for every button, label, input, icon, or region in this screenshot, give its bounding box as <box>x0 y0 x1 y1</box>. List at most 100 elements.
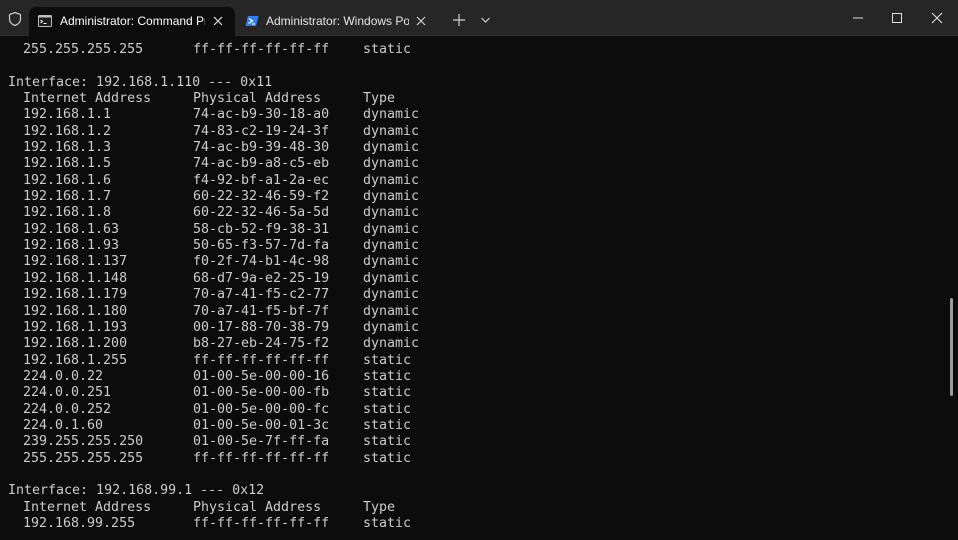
internet-address: 255.255.255.255 <box>23 42 144 57</box>
arp-table-row: 192.168.1.200 b8-27-eb-24-75-f2 dynamic <box>8 336 419 352</box>
physical-address: ff-ff-ff-ff-ff-ff <box>193 515 330 531</box>
scrollbar[interactable] <box>946 36 958 540</box>
arp-table-row: 255.255.255.255 ff-ff-ff-ff-ff-ff static <box>8 451 419 467</box>
internet-address: 192.168.1.180 <box>23 303 128 319</box>
physical-address: 01-00-5e-00-00-fc <box>193 401 330 417</box>
internet-address: 224.0.0.252 <box>23 401 112 417</box>
physical-address: f0-2f-74-b1-4c-98 <box>193 254 330 270</box>
internet-address: 192.168.1.137 <box>23 254 128 270</box>
physical-address: 74-ac-b9-a8-c5-eb <box>193 156 330 172</box>
arp-table-row: 192.168.1.8 60-22-32-46-5a-5d dynamic <box>8 205 419 221</box>
arp-table-row: 224.0.1.60 01-00-5e-00-01-3c static <box>8 418 419 434</box>
new-tab-icon[interactable] <box>452 13 466 27</box>
arp-table-row: 224.0.0.22 01-00-5e-00-00-16 static <box>8 369 419 385</box>
physical-address: 74-83-c2-19-24-3f <box>193 123 330 139</box>
entry-type-header: Type <box>363 499 396 515</box>
internet-address: 192.168.1.1 <box>23 107 112 123</box>
tab-title: Administrator: Windows PowerShell <box>266 14 409 28</box>
powershell-icon <box>245 16 259 26</box>
arp-table-row: 192.168.1.255 ff-ff-ff-ff-ff-ff static <box>8 353 419 369</box>
internet-address: 224.0.0.22 <box>23 368 104 384</box>
entry-type: static <box>363 368 412 384</box>
title-bar: Administrator: Command Pro Administrator… <box>0 0 958 36</box>
tab-command-prompt[interactable]: Administrator: Command Pro <box>29 7 235 36</box>
shield-icon <box>8 11 22 27</box>
physical-address: 00-17-88-70-38-79 <box>193 319 330 335</box>
physical-address-header: Physical Address <box>193 91 322 107</box>
entry-type: static <box>363 450 412 466</box>
arp-table-row: 192.168.1.5 74-ac-b9-a8-c5-eb dynamic <box>8 156 419 172</box>
internet-address: 192.168.1.179 <box>23 287 128 303</box>
terminal-output[interactable]: 255.255.255.255 ff-ff-ff-ff-ff-ff static In… <box>0 36 946 540</box>
minimize-icon <box>853 17 863 19</box>
entry-type: static <box>363 434 412 450</box>
internet-address: 192.168.1.63 <box>23 221 120 237</box>
entry-type: static <box>363 515 412 531</box>
entry-type: dynamic <box>363 270 420 286</box>
physical-address: 58-cb-52-f9-38-31 <box>193 221 330 237</box>
arp-table-row: 192.168.1.3 74-ac-b9-39-48-30 dynamic <box>8 140 419 156</box>
entry-type: dynamic <box>363 205 420 221</box>
physical-address: 60-22-32-46-59-f2 <box>193 189 330 205</box>
entry-type: static <box>363 352 412 368</box>
arp-table-row: 192.168.1.137 f0-2f-74-b1-4c-98 dynamic <box>8 254 419 270</box>
internet-address: 192.168.1.93 <box>23 238 120 254</box>
internet-address: 192.168.1.6 <box>23 172 112 188</box>
maximize-icon <box>892 13 902 23</box>
tab-powershell[interactable]: Administrator: Windows PowerShell <box>236 7 438 36</box>
internet-address-header: Internet Address <box>23 91 152 107</box>
entry-type: static <box>363 385 412 401</box>
close-icon[interactable] <box>212 15 224 27</box>
physical-address: 60-22-32-46-5a-5d <box>193 205 330 221</box>
internet-address: 224.0.1.60 <box>23 417 104 433</box>
arp-table-row: 192.168.1.1 74-ac-b9-30-18-a0 dynamic <box>8 107 419 123</box>
physical-address: 68-d7-9a-e2-25-19 <box>193 270 330 286</box>
entry-type: dynamic <box>363 123 420 139</box>
minimize-button[interactable] <box>838 0 878 36</box>
entry-type: dynamic <box>363 319 420 335</box>
arp-table-header: Internet Address Physical Address Type <box>8 91 419 107</box>
chevron-down-icon[interactable] <box>480 16 491 24</box>
physical-address: ff-ff-ff-ff-ff-ff <box>193 450 330 466</box>
physical-address: ff-ff-ff-ff-ff-ff <box>193 352 330 368</box>
entry-type: static <box>363 42 412 57</box>
arp-table-row: 192.168.1.180 70-a7-41-f5-bf-7f dynamic <box>8 304 419 320</box>
maximize-button[interactable] <box>877 0 917 36</box>
physical-address: 70-a7-41-f5-c2-77 <box>193 287 330 303</box>
entry-type: static <box>363 417 412 433</box>
entry-type: dynamic <box>363 287 420 303</box>
entry-type: static <box>363 401 412 417</box>
interface-header: Interface: 192.168.1.110 --- 0x11 <box>8 74 273 90</box>
entry-type: dynamic <box>363 156 420 172</box>
arp-table-row: 224.0.0.252 01-00-5e-00-00-fc static <box>8 402 419 418</box>
entry-type: dynamic <box>363 107 420 123</box>
close-icon[interactable] <box>415 15 427 27</box>
entry-type: dynamic <box>363 238 420 254</box>
arp-table-row: 192.168.1.2 74-83-c2-19-24-3f dynamic <box>8 124 419 140</box>
tab-title: Administrator: Command Pro <box>60 14 205 28</box>
internet-address: 192.168.1.2 <box>23 123 112 139</box>
internet-address: 192.168.99.255 <box>23 515 136 531</box>
arp-table-row: 192.168.1.179 70-a7-41-f5-c2-77 dynamic <box>8 287 419 303</box>
arp-table-row: 255.255.255.255 ff-ff-ff-ff-ff-ff static <box>8 42 419 58</box>
physical-address: 50-65-f3-57-7d-fa <box>193 238 330 254</box>
physical-address: 01-00-5e-00-00-16 <box>193 368 330 384</box>
entry-type: dynamic <box>363 221 420 237</box>
entry-type: dynamic <box>363 140 420 156</box>
entry-type: dynamic <box>363 172 420 188</box>
physical-address: 01-00-5e-00-01-3c <box>193 417 330 433</box>
internet-address: 192.168.1.200 <box>23 336 128 352</box>
physical-address: ff-ff-ff-ff-ff-ff <box>193 42 330 57</box>
scrollbar-thumb[interactable] <box>950 298 953 396</box>
arp-table-header: Internet Address Physical Address Type <box>8 500 419 516</box>
arp-table-row: 192.168.1.193 00-17-88-70-38-79 dynamic <box>8 320 419 336</box>
arp-table-row: 192.168.1.7 60-22-32-46-59-f2 dynamic <box>8 189 419 205</box>
entry-type: dynamic <box>363 336 420 352</box>
terminal-lines: 255.255.255.255 ff-ff-ff-ff-ff-ff static In… <box>8 42 419 532</box>
internet-address: 239.255.255.250 <box>23 434 144 450</box>
close-window-button[interactable] <box>917 0 957 36</box>
internet-address: 192.168.1.3 <box>23 140 112 156</box>
physical-address: b8-27-eb-24-75-f2 <box>193 336 330 352</box>
